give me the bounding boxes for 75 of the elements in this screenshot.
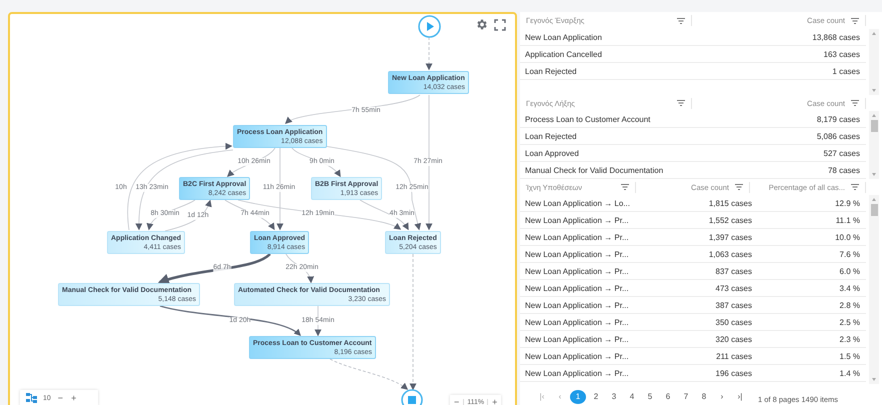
table-cell-text: Manual Check for Valid Documentation xyxy=(525,166,664,174)
scrollbar[interactable] xyxy=(869,111,879,179)
table-cell-text: 1,397 cases xyxy=(708,232,752,242)
scrollbar[interactable] xyxy=(869,29,879,95)
table-cell-text: Loan Approved xyxy=(525,148,580,158)
table-cell-text: New Loan Application → Pr... xyxy=(525,232,630,242)
table-cell-text: 1.4 % xyxy=(838,368,860,378)
table-cell-text: New Loan Application → Pr... xyxy=(525,368,630,378)
scrollbar[interactable] xyxy=(869,195,879,384)
table-cell-text: New Loan Application xyxy=(525,32,603,42)
filter-icon[interactable] xyxy=(621,184,629,190)
table-cell: 1 cases xyxy=(832,66,860,76)
table-cell-text: New Loan Application → Pr... xyxy=(525,266,630,276)
table-cell-text: 196 cases xyxy=(714,368,752,378)
table-cell-text: New Loan Application → Pr... xyxy=(525,318,630,326)
table-cell-text: Loan Rejected xyxy=(525,66,578,76)
table-cell-text: 1,063 cases xyxy=(708,250,752,258)
dashed-arrow xyxy=(426,36,432,70)
table-cell: 78 cases xyxy=(828,166,860,174)
filter-icon[interactable] xyxy=(851,100,859,106)
table-cell-text: New Loan Application → Pr... xyxy=(525,284,630,292)
table-cell-text: 837 cases xyxy=(714,266,752,276)
table-cell-text: 211 cases xyxy=(715,352,752,360)
table-cell-text: New Loan Application → Pr... xyxy=(525,300,630,310)
filter-icon[interactable] xyxy=(851,18,859,24)
fullscreen-icon[interactable] xyxy=(494,19,506,31)
table-cell-text: 2.5 % xyxy=(838,318,860,326)
table-cell-text: 3.4 % xyxy=(838,284,860,292)
table-cell-text: 387 cases xyxy=(714,300,752,310)
filter-icon[interactable] xyxy=(851,184,859,190)
table-cell-text: Loan Rejected xyxy=(525,132,578,140)
page-button[interactable]: 7 xyxy=(678,390,694,404)
table-cell-text: 350 cases xyxy=(714,318,752,326)
play-button[interactable] xyxy=(418,15,441,38)
table-cell-text: 2.8 % xyxy=(838,300,860,310)
table-cell-text: 2.3 % xyxy=(838,334,860,344)
table-cell-text: New Loan Application → Pr... xyxy=(525,250,630,258)
page-button[interactable]: 2 xyxy=(588,390,604,404)
table-cell-text: 7.6 % xyxy=(838,250,860,258)
table-cell-text: 320 cases xyxy=(714,334,752,344)
table-cell-text: 1,815 cases xyxy=(708,198,752,208)
filter-icon[interactable] xyxy=(677,100,685,106)
page-button[interactable]: 6 xyxy=(660,390,676,404)
zoom-in-button[interactable]: + xyxy=(491,397,498,405)
page-button[interactable]: 3 xyxy=(606,390,622,404)
table-cell-text: 6.0 % xyxy=(838,266,860,276)
decrease-button[interactable]: − xyxy=(56,393,64,403)
table-cell-text: 1,552 cases xyxy=(708,216,752,224)
table-cell: 527 cases xyxy=(824,148,860,158)
table-cell-text: Process Loan to Customer Account xyxy=(525,114,652,124)
table-cell-text: 11.1 % xyxy=(834,216,860,224)
table-cell: 8,179 cases xyxy=(816,114,860,124)
table-cell-text: 1.5 % xyxy=(838,352,860,360)
page-button[interactable]: 8 xyxy=(696,390,712,404)
increase-button[interactable]: + xyxy=(70,393,78,403)
table-cell-text: 10.0 % xyxy=(834,232,860,242)
hierarchy-icon[interactable] xyxy=(26,393,37,403)
table-cell: 13,868 cases xyxy=(812,32,860,42)
table-cell-text: New Loan Application → Pr... xyxy=(525,352,630,360)
zoom-out-button[interactable]: − xyxy=(453,397,460,405)
table-cell-text: Application Cancelled xyxy=(525,50,603,58)
next-page-button[interactable]: › xyxy=(714,390,730,404)
table-cell: 5,086 cases xyxy=(816,132,860,140)
page-button[interactable]: 5 xyxy=(642,390,658,404)
table-cell-text: 473 cases xyxy=(714,284,752,292)
table-cell-text: New Loan Application → Lo... xyxy=(525,198,631,208)
filter-icon[interactable] xyxy=(735,184,743,190)
table-cell-text: New Loan Application → Pr... xyxy=(525,334,630,344)
filter-icon[interactable] xyxy=(677,18,685,24)
table-cell-text: New Loan Application → Pr... xyxy=(525,216,630,224)
settings-icon[interactable] xyxy=(475,18,488,31)
table-cell: 163 cases xyxy=(824,50,860,58)
page-button[interactable]: 4 xyxy=(624,390,640,404)
last-page-button[interactable]: ›| xyxy=(732,390,748,404)
table-cell-text: 12.9 % xyxy=(834,198,860,208)
